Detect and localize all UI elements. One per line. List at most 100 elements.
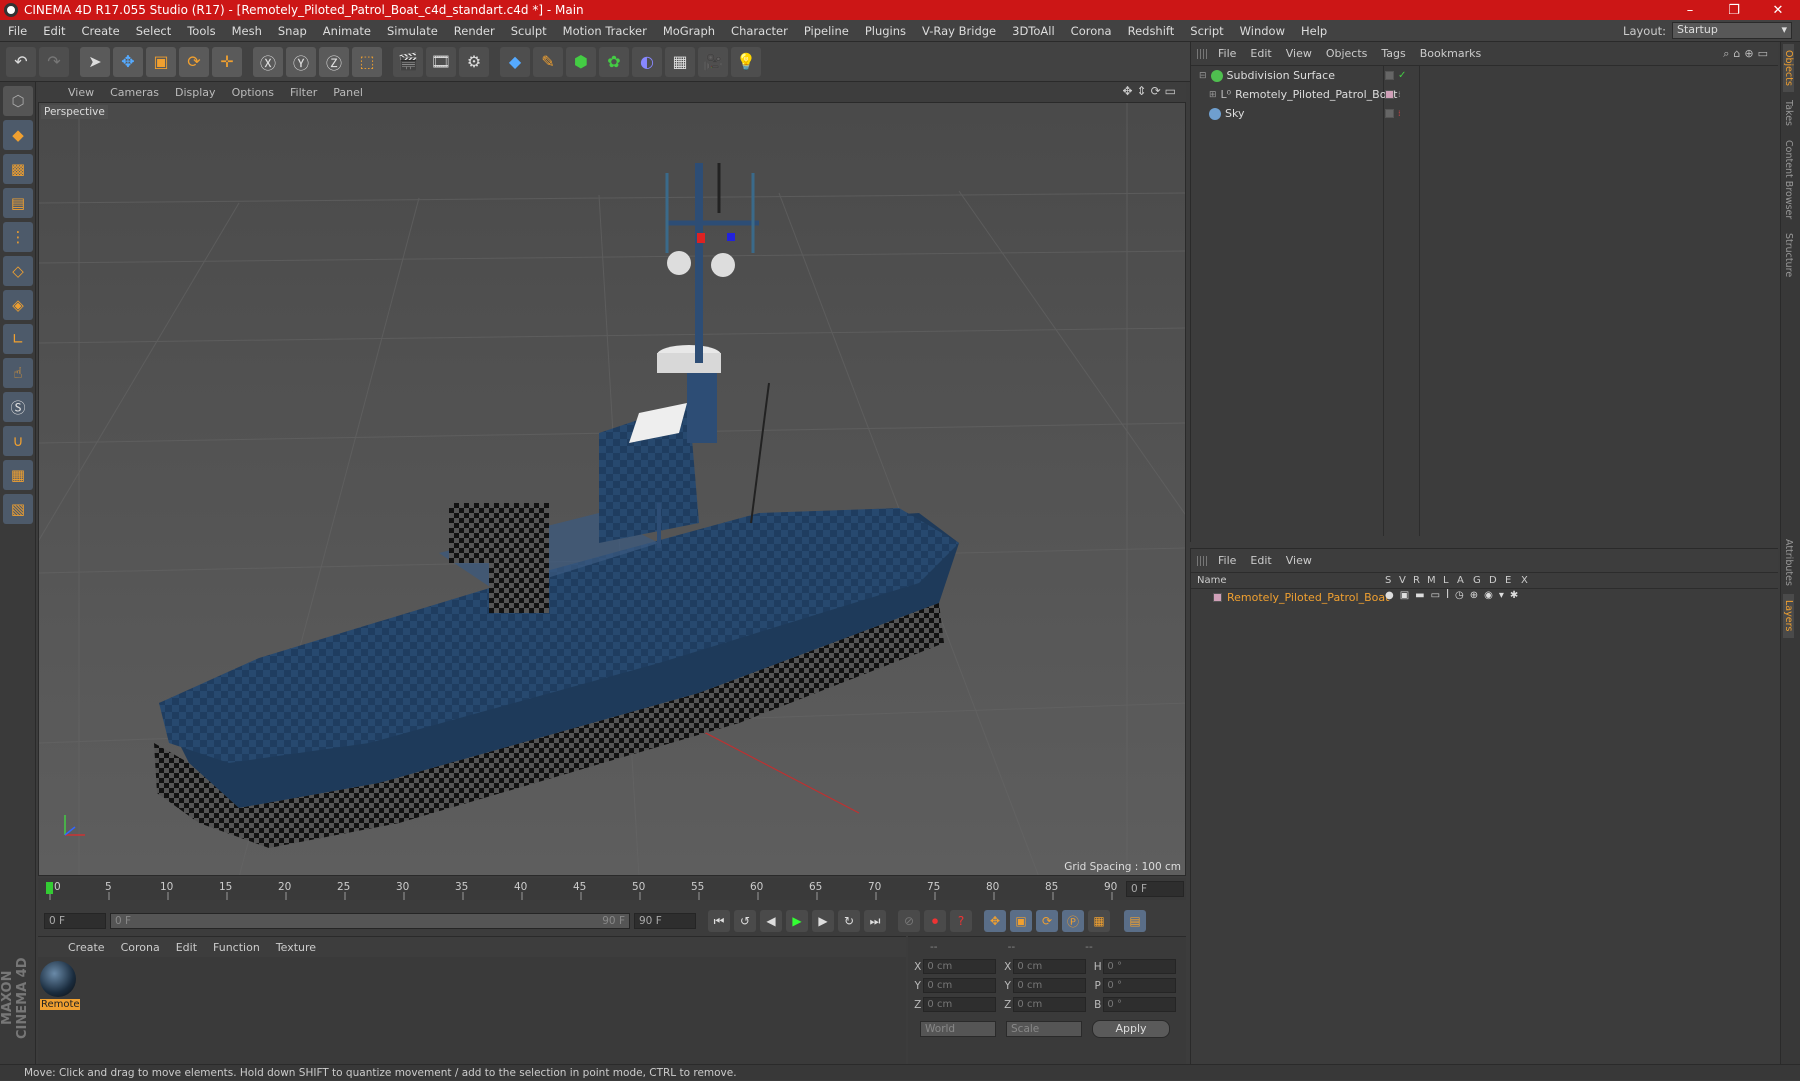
light-icon[interactable]: 💡 <box>731 46 761 77</box>
menu-vray-bridge[interactable]: V-Ray Bridge <box>914 24 1004 38</box>
material-swatch[interactable]: Remotel <box>40 961 80 1013</box>
viewport-menu-cameras[interactable]: Cameras <box>102 86 167 99</box>
z-axis-lock-icon[interactable]: Ⓩ <box>319 46 349 77</box>
size-x-field[interactable]: 0 cm <box>1013 959 1086 974</box>
viewport-menu-filter[interactable]: Filter <box>282 86 325 99</box>
lm-menu-view[interactable]: View <box>1279 554 1319 567</box>
mograph-cloner-icon[interactable]: ✿ <box>599 46 629 77</box>
menu-create[interactable]: Create <box>74 24 128 38</box>
rotation-h-field[interactable]: 0 ° <box>1103 959 1176 974</box>
menu-render[interactable]: Render <box>446 24 503 38</box>
goto-end-icon[interactable]: ⏭ <box>864 910 886 932</box>
tweak-mode-icon[interactable]: ☝ <box>3 358 33 388</box>
position-x-field[interactable]: 0 cm <box>923 959 996 974</box>
lm-menu-edit[interactable]: Edit <box>1243 554 1278 567</box>
current-frame-field[interactable]: 0 F <box>44 913 106 929</box>
object-row-sky[interactable]: Sky ⁞ <box>1191 104 1779 123</box>
position-y-field[interactable]: 0 cm <box>923 978 996 993</box>
coordinate-system-icon[interactable]: ⬚ <box>352 46 382 77</box>
points-mode-icon[interactable]: ⋮ <box>3 222 33 252</box>
tab-content-browser[interactable]: Content Browser <box>1783 134 1794 225</box>
close-button[interactable]: ✕ <box>1756 3 1800 18</box>
menu-corona[interactable]: Corona <box>1063 24 1120 38</box>
tab-attributes[interactable]: Attributes <box>1783 533 1794 592</box>
play-icon[interactable]: ▶ <box>786 910 808 932</box>
floor-icon[interactable]: ▦ <box>665 46 695 77</box>
menu-simulate[interactable]: Simulate <box>379 24 446 38</box>
rotation-p-field[interactable]: 0 ° <box>1103 978 1176 993</box>
om-search-home-icons[interactable]: ⌕⌂⊕▭ <box>1723 47 1772 61</box>
rotate-tool-icon[interactable]: ⟳ <box>179 46 209 77</box>
menu-edit[interactable]: Edit <box>35 24 73 38</box>
material-menu-edit[interactable]: Edit <box>168 941 205 954</box>
layout-select[interactable]: Startup <box>1672 22 1792 39</box>
menu-redshift[interactable]: Redshift <box>1120 24 1183 38</box>
visibility-dots-icon[interactable]: ⁞ <box>1398 90 1401 99</box>
edges-mode-icon[interactable]: ◇ <box>3 256 33 286</box>
camera-label[interactable]: Perspective <box>41 105 108 119</box>
viewport-menu-display[interactable]: Display <box>167 86 224 99</box>
live-selection-icon[interactable]: ✛ <box>212 46 242 77</box>
enabled-check-icon[interactable]: ✓ <box>1398 70 1406 81</box>
tab-objects[interactable]: Objects <box>1783 44 1794 92</box>
cube-icon[interactable]: ◆ <box>500 46 530 77</box>
key-pla-icon[interactable]: ▦ <box>1088 910 1110 932</box>
key-scale-icon[interactable]: ▣ <box>1010 910 1032 932</box>
lm-menu-file[interactable]: File <box>1211 554 1243 567</box>
expand-icon[interactable]: ⊞ <box>1209 90 1217 100</box>
x-axis-lock-icon[interactable]: Ⓧ <box>253 46 283 77</box>
layer-row[interactable]: Remotely_Piloted_Patrol_Boat ●▣▬▭ꟾ◷⊕◉▾✱ <box>1191 589 1778 606</box>
max-frame-field[interactable]: 90 F <box>634 913 696 929</box>
minimize-button[interactable]: – <box>1668 3 1712 18</box>
frame-range-slider[interactable]: 0 F 90 F <box>110 913 630 929</box>
material-menu-create[interactable]: Create <box>60 941 113 954</box>
menu-select[interactable]: Select <box>128 24 179 38</box>
coord-mode-dropdown[interactable]: Scale <box>1006 1021 1082 1037</box>
panel-grip-icon[interactable] <box>1197 556 1207 566</box>
om-menu-edit[interactable]: Edit <box>1243 47 1278 60</box>
key-position-icon[interactable]: ✥ <box>984 910 1006 932</box>
om-menu-tags[interactable]: Tags <box>1374 47 1412 60</box>
prev-key-icon[interactable]: ↺ <box>734 910 756 932</box>
select-tool-icon[interactable]: ➤ <box>80 46 110 77</box>
render-settings-icon[interactable]: ⚙ <box>459 46 489 77</box>
size-z-field[interactable]: 0 cm <box>1013 997 1086 1012</box>
playhead[interactable] <box>46 882 53 894</box>
layer-flag-icon[interactable] <box>1385 109 1394 118</box>
y-axis-lock-icon[interactable]: Ⓨ <box>286 46 316 77</box>
om-menu-objects[interactable]: Objects <box>1319 47 1375 60</box>
expand-icon[interactable]: ⊟ <box>1199 71 1207 81</box>
menu-motion-tracker[interactable]: Motion Tracker <box>555 24 655 38</box>
redo-icon[interactable]: ↷ <box>39 46 69 77</box>
menu-animate[interactable]: Animate <box>315 24 379 38</box>
workplane-mode-icon[interactable]: ▤ <box>3 188 33 218</box>
viewport-nav-icons[interactable]: ✥⇕⟳▭ <box>1122 84 1180 98</box>
tab-layers[interactable]: Layers <box>1783 594 1794 638</box>
key-rotation-icon[interactable]: ⟳ <box>1036 910 1058 932</box>
size-y-field[interactable]: 0 cm <box>1013 978 1086 993</box>
move-tool-icon[interactable]: ✥ <box>113 46 143 77</box>
object-row-subdivision[interactable]: ⊟ Subdivision Surface ✓ <box>1191 66 1779 85</box>
layer-toggle-icons[interactable]: ●▣▬▭ꟾ◷⊕◉▾✱ <box>1385 590 1524 601</box>
workplane-lock-icon[interactable]: ▧ <box>3 494 33 524</box>
render-view-icon[interactable]: 🎬 <box>393 46 423 77</box>
grid-lock-icon[interactable]: ▦ <box>3 460 33 490</box>
deformer-icon[interactable]: ◐ <box>632 46 662 77</box>
menu-3dtoall[interactable]: 3DToAll <box>1004 24 1063 38</box>
menu-character[interactable]: Character <box>723 24 796 38</box>
pen-spline-icon[interactable]: ✎ <box>533 46 563 77</box>
axis-mode-icon[interactable]: ∟ <box>3 324 33 354</box>
viewport-menu-panel[interactable]: Panel <box>325 86 371 99</box>
render-picture-viewer-icon[interactable]: 🎞 <box>426 46 456 77</box>
tab-takes[interactable]: Takes <box>1783 94 1794 132</box>
timeline-window-icon[interactable]: ▤ <box>1124 910 1146 932</box>
solo-mode-icon[interactable]: Ⓢ <box>3 392 33 422</box>
maximize-button[interactable]: ❐ <box>1712 3 1756 18</box>
texture-mode-icon[interactable]: ▩ <box>3 154 33 184</box>
menu-script[interactable]: Script <box>1182 24 1231 38</box>
material-menu-corona[interactable]: Corona <box>113 941 168 954</box>
menu-snap[interactable]: Snap <box>270 24 315 38</box>
coord-space-dropdown[interactable]: World <box>920 1021 996 1037</box>
layer-flag-icon[interactable] <box>1385 71 1394 80</box>
om-menu-view[interactable]: View <box>1279 47 1319 60</box>
